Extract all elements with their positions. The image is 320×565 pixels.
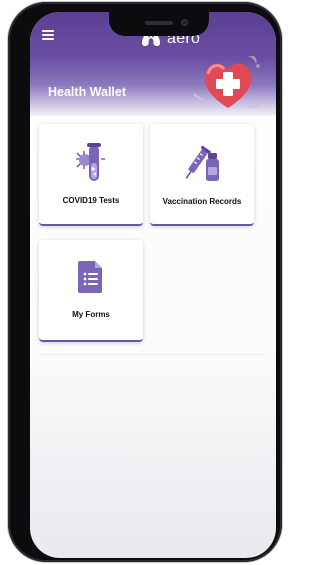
- covid19-tests-card[interactable]: COVID19 Tests: [39, 124, 143, 226]
- content-divider: [40, 354, 266, 355]
- menu-icon[interactable]: [42, 30, 54, 40]
- app-screen: aero Health Wallet COVID19 Tests Vaccina…: [30, 12, 276, 558]
- heart-stethoscope-illustration: [193, 56, 267, 108]
- phone-notch: [109, 12, 209, 36]
- page-title: Health Wallet: [48, 85, 127, 99]
- syringe-vial-icon: [185, 145, 219, 181]
- card-label: COVID19 Tests: [62, 196, 120, 205]
- my-forms-card[interactable]: My Forms: [39, 240, 143, 342]
- front-camera: [181, 19, 188, 26]
- vaccination-records-card[interactable]: Vaccination Records: [150, 124, 254, 226]
- test-tube-virus-icon: [76, 143, 105, 181]
- card-label: My Forms: [72, 310, 110, 319]
- document-list-icon: [78, 261, 102, 293]
- card-label: Vaccination Records: [162, 197, 242, 206]
- speaker-grille: [145, 21, 173, 25]
- phone-frame: aero Health Wallet COVID19 Tests Vaccina…: [8, 2, 282, 562]
